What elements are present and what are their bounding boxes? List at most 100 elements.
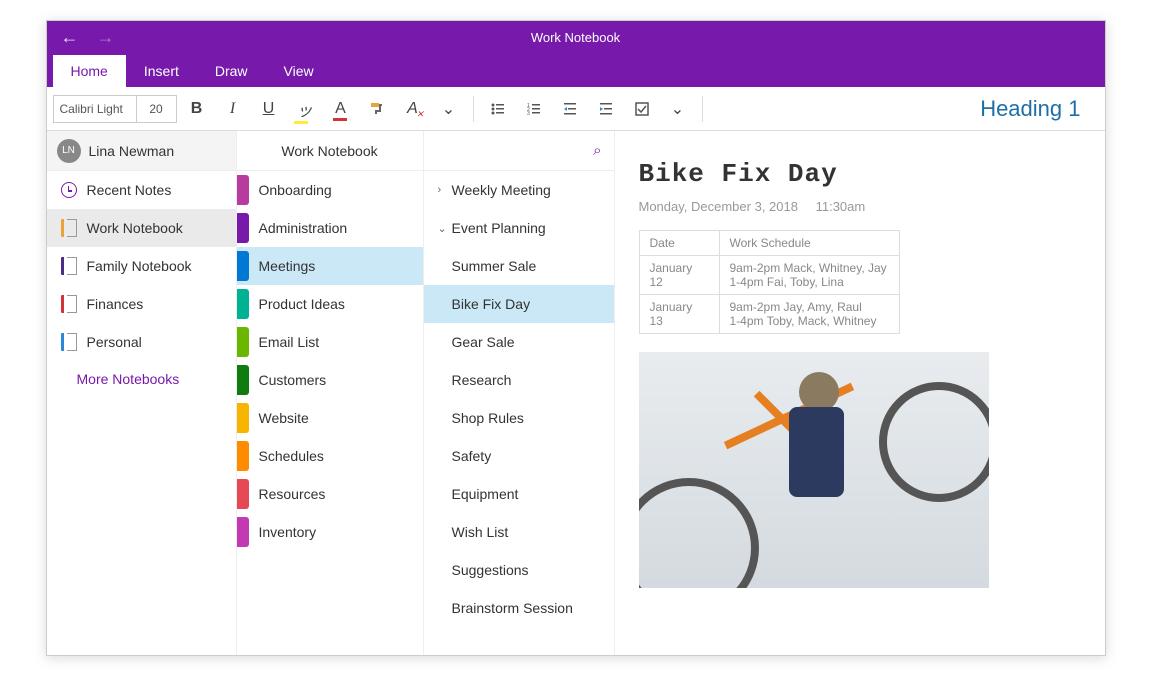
td-date[interactable]: January 12: [639, 256, 719, 295]
underline-button[interactable]: U: [253, 93, 285, 125]
notebook-item[interactable]: Finances: [47, 285, 236, 323]
page-label: Suggestions: [452, 562, 529, 578]
font-name-input[interactable]: [54, 96, 136, 122]
section-item[interactable]: Product Ideas: [237, 285, 423, 323]
notebook-item[interactable]: Personal: [47, 323, 236, 361]
sections-header: Work Notebook: [237, 131, 423, 171]
notebook-icon: [61, 295, 77, 313]
page-label: Summer Sale: [452, 258, 537, 274]
expand-icon[interactable]: ›: [438, 184, 452, 196]
page-item[interactable]: Shop Rules: [424, 399, 614, 437]
person-icon: [779, 372, 849, 552]
format-painter-button[interactable]: [361, 93, 393, 125]
style-heading1[interactable]: Heading 1: [980, 96, 1080, 122]
section-color-tab: [237, 403, 249, 433]
tab-draw[interactable]: Draw: [197, 55, 266, 87]
section-item[interactable]: Email List: [237, 323, 423, 361]
section-item[interactable]: Website: [237, 399, 423, 437]
search-icon[interactable]: ⌕: [593, 142, 601, 159]
forward-button[interactable]: →: [97, 27, 115, 48]
nav-arrows: ← →: [47, 27, 115, 48]
notebooks-panel: LN Lina Newman Recent Notes Work Noteboo…: [47, 131, 237, 655]
history-icon: [61, 182, 77, 198]
page-label: Equipment: [452, 486, 519, 502]
page-item[interactable]: Gear Sale: [424, 323, 614, 361]
page-date: Monday, December 3, 2018: [639, 199, 798, 214]
section-item[interactable]: Schedules: [237, 437, 423, 475]
th-date[interactable]: Date: [639, 231, 719, 256]
td-sched[interactable]: 9am-2pm Mack, Whitney, Jay 1-4pm Fai, To…: [719, 256, 899, 295]
avatar: LN: [57, 139, 81, 163]
page-item[interactable]: Suggestions: [424, 551, 614, 589]
todo-tag-button[interactable]: [626, 93, 658, 125]
notebook-label: Work Notebook: [87, 220, 183, 236]
page-item[interactable]: ›Weekly Meeting: [424, 171, 614, 209]
section-label: Product Ideas: [259, 296, 345, 312]
number-list-button[interactable]: 123: [518, 93, 550, 125]
section-label: Resources: [259, 486, 326, 502]
content-area[interactable]: Bike Fix Day Monday, December 3, 2018 11…: [615, 131, 1105, 655]
outdent-button[interactable]: [554, 93, 586, 125]
recent-notes[interactable]: Recent Notes: [47, 171, 236, 209]
user-row[interactable]: LN Lina Newman: [47, 131, 236, 171]
bullet-list-button[interactable]: [482, 93, 514, 125]
notebook-icon: [61, 219, 77, 237]
section-color-tab: [237, 175, 249, 205]
page-item[interactable]: Brainstorm Session: [424, 589, 614, 627]
section-color-tab: [237, 289, 249, 319]
page-item[interactable]: Equipment: [424, 475, 614, 513]
content-image[interactable]: [639, 352, 989, 588]
section-label: Schedules: [259, 448, 324, 464]
tab-insert[interactable]: Insert: [126, 55, 197, 87]
more-notebooks[interactable]: More Notebooks: [47, 361, 236, 397]
ribbon-tabs: Home Insert Draw View: [47, 53, 1105, 87]
page-item[interactable]: ⌄Event Planning: [424, 209, 614, 247]
format-more-button[interactable]: ⌄: [433, 93, 465, 125]
font-size-input[interactable]: [136, 96, 176, 122]
page-item[interactable]: Safety: [424, 437, 614, 475]
section-item[interactable]: Resources: [237, 475, 423, 513]
page-item[interactable]: Research: [424, 361, 614, 399]
indent-button[interactable]: [590, 93, 622, 125]
tab-home[interactable]: Home: [53, 55, 126, 87]
page-label: Bike Fix Day: [452, 296, 531, 312]
page-title[interactable]: Bike Fix Day: [639, 159, 1081, 189]
section-color-tab: [237, 327, 249, 357]
expand-icon[interactable]: ⌄: [438, 222, 452, 235]
td-date[interactable]: January 13: [639, 295, 719, 334]
section-item[interactable]: Meetings: [237, 247, 423, 285]
page-item[interactable]: Bike Fix Day: [424, 285, 614, 323]
font-color-button[interactable]: A: [325, 93, 357, 125]
tab-view[interactable]: View: [266, 55, 332, 87]
titlebar: ← → Work Notebook: [47, 21, 1105, 53]
user-name: Lina Newman: [89, 143, 175, 159]
bike-wheel-icon: [639, 478, 759, 588]
italic-button[interactable]: I: [217, 93, 249, 125]
section-item[interactable]: Administration: [237, 209, 423, 247]
page-item[interactable]: Wish List: [424, 513, 614, 551]
section-color-tab: [237, 213, 249, 243]
para-more-button[interactable]: ⌄: [662, 93, 694, 125]
section-item[interactable]: Onboarding: [237, 171, 423, 209]
highlight-button[interactable]: ッ: [289, 93, 321, 125]
page-label: Safety: [452, 448, 492, 464]
section-label: Customers: [259, 372, 327, 388]
sections-panel: Work Notebook OnboardingAdministrationMe…: [237, 131, 423, 655]
clear-format-button[interactable]: A✕: [397, 93, 429, 125]
pages-header: ⌕: [424, 131, 614, 171]
section-color-tab: [237, 365, 249, 395]
th-schedule[interactable]: Work Schedule: [719, 231, 899, 256]
recent-label: Recent Notes: [87, 182, 172, 198]
bold-button[interactable]: B: [181, 93, 213, 125]
td-sched[interactable]: 9am-2pm Jay, Amy, Raul 1-4pm Toby, Mack,…: [719, 295, 899, 334]
notebook-item[interactable]: Family Notebook: [47, 247, 236, 285]
section-color-tab: [237, 517, 249, 547]
schedule-table[interactable]: Date Work Schedule January 12 9am-2pm Ma…: [639, 230, 900, 334]
section-item[interactable]: Customers: [237, 361, 423, 399]
page-item[interactable]: Summer Sale: [424, 247, 614, 285]
back-button[interactable]: ←: [61, 27, 79, 48]
notebook-item[interactable]: Work Notebook: [47, 209, 236, 247]
separator: [473, 96, 474, 122]
page-meta: Monday, December 3, 2018 11:30am: [639, 199, 1081, 214]
section-item[interactable]: Inventory: [237, 513, 423, 551]
